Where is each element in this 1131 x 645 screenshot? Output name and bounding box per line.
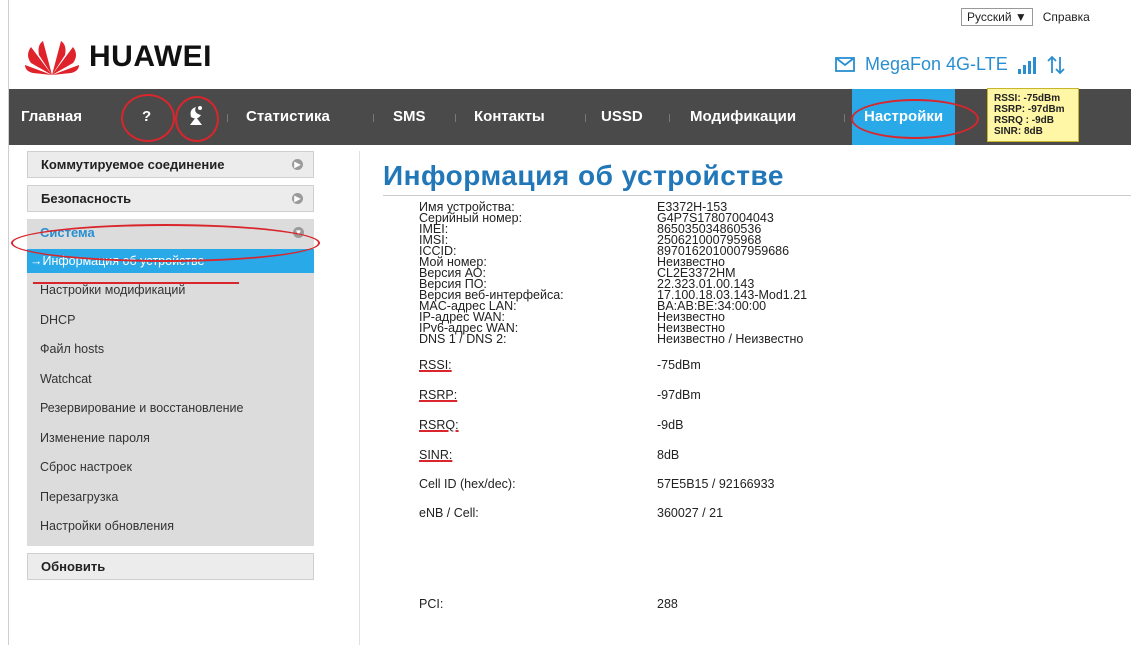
chevron-right-icon: ▶: [292, 159, 303, 170]
tooltip-line: RSRP: -97dBm: [994, 104, 1065, 115]
sidebar-item-watchcat[interactable]: Watchcat: [27, 365, 314, 395]
info-value: -75dBm: [657, 358, 701, 372]
info-label: DNS 1 / DNS 2:: [419, 332, 507, 346]
sidebar-item-factory-reset[interactable]: Сброс настроек: [27, 453, 314, 483]
info-value: Неизвестно / Неизвестно: [657, 332, 804, 346]
nav-settings[interactable]: Настройки: [852, 89, 956, 145]
satellite-dish-icon: [190, 106, 202, 125]
info-value: -97dBm: [657, 388, 701, 402]
sidebar-item-mod-settings[interactable]: Настройки модификаций: [27, 276, 314, 306]
huawei-logo: HUAWEI: [23, 37, 212, 77]
tooltip-line: SINR: 8dB: [994, 126, 1043, 137]
data-transfer-icon: [1047, 55, 1065, 74]
sidebar-item-security[interactable]: Безопасность ▶: [27, 185, 314, 212]
huawei-flower-icon: [25, 41, 79, 75]
operator-name: MegaFon 4G-LTE: [865, 54, 1008, 74]
sidebar-item-update-settings[interactable]: Настройки обновления: [27, 512, 314, 542]
mail-icon[interactable]: [835, 57, 855, 72]
nav-ussd[interactable]: USSD: [601, 89, 643, 145]
nav-modifications[interactable]: Модификации: [690, 89, 796, 145]
sidebar-group-system: Система ▼ →Информация об устройстве Наст…: [27, 219, 314, 546]
chevron-right-icon: ▶: [292, 193, 303, 204]
info-value: 8dB: [657, 448, 680, 462]
info-value: 360027 / 21: [657, 506, 724, 520]
sidebar-item-device-info[interactable]: →Информация об устройстве: [27, 249, 314, 273]
tooltip-line: RSSI: -75dBm: [994, 93, 1061, 104]
sidebar-item-backup-restore[interactable]: Резервирование и восстановление: [27, 394, 314, 424]
nav-tools-icon[interactable]: [187, 105, 205, 129]
info-value: 288: [657, 597, 678, 611]
sidebar-item-change-password[interactable]: Изменение пароля: [27, 424, 314, 454]
nav-contacts[interactable]: Контакты: [474, 89, 545, 145]
info-label: PCI:: [419, 597, 444, 611]
info-label: eNB / Cell:: [419, 506, 479, 520]
tooltip-line: RSRQ : -9dB: [994, 115, 1054, 126]
info-label: Cell ID (hex/dec):: [419, 477, 516, 491]
chevron-down-icon: ▼: [293, 227, 304, 238]
nav-home[interactable]: Главная: [21, 89, 82, 145]
main-nav: Главная ? Статистика SMS Контакты USSD М…: [9, 89, 1131, 145]
info-label: RSSI:: [419, 358, 452, 372]
logo-text: HUAWEI: [89, 40, 212, 73]
sidebar-item-dialup[interactable]: Коммутируемое соединение ▶: [27, 151, 314, 178]
nav-statistics[interactable]: Статистика: [246, 89, 330, 145]
content-divider: [359, 151, 360, 645]
language-bar: Русский ▼ Справка: [961, 8, 1090, 26]
sidebar-item-hosts-file[interactable]: Файл hosts: [27, 335, 314, 365]
info-label: RSRP:: [419, 388, 458, 402]
help-link[interactable]: Справка: [1043, 10, 1090, 24]
info-label: RSRQ:: [419, 418, 459, 432]
web-ui-frame: Русский ▼ Справка HUAWEI MegaFon 4G-LTE: [8, 0, 1131, 645]
sidebar-item-label: Система: [40, 225, 95, 240]
info-value: -9dB: [657, 418, 684, 432]
settings-sidebar: Коммутируемое соединение ▶ Безопасность …: [27, 151, 314, 587]
info-label: SINR:: [419, 448, 453, 462]
page-title: Информация об устройстве: [383, 160, 784, 191]
sidebar-item-dhcp[interactable]: DHCP: [27, 306, 314, 336]
nav-help[interactable]: ?: [142, 89, 151, 145]
sidebar-item-label: Обновить: [41, 558, 106, 574]
nav-sms[interactable]: SMS: [393, 89, 426, 145]
sidebar-item-reboot[interactable]: Перезагрузка: [27, 483, 314, 513]
language-select[interactable]: Русский ▼: [961, 8, 1033, 26]
title-divider: [383, 195, 1131, 196]
sidebar-item-system[interactable]: Система ▼: [27, 219, 314, 246]
sidebar-item-label: Коммутируемое соединение: [41, 157, 225, 172]
signal-tooltip: RSSI: -75dBm RSRP: -97dBm RSRQ : -9dB SI…: [987, 88, 1079, 142]
sidebar-item-label: Безопасность: [41, 191, 132, 206]
connection-status: MegaFon 4G-LTE: [835, 54, 1066, 75]
signal-strength-icon[interactable]: [1017, 56, 1036, 74]
sidebar-item-update[interactable]: Обновить: [27, 552, 314, 580]
info-value: 57E5B15 / 92166933: [657, 477, 775, 491]
